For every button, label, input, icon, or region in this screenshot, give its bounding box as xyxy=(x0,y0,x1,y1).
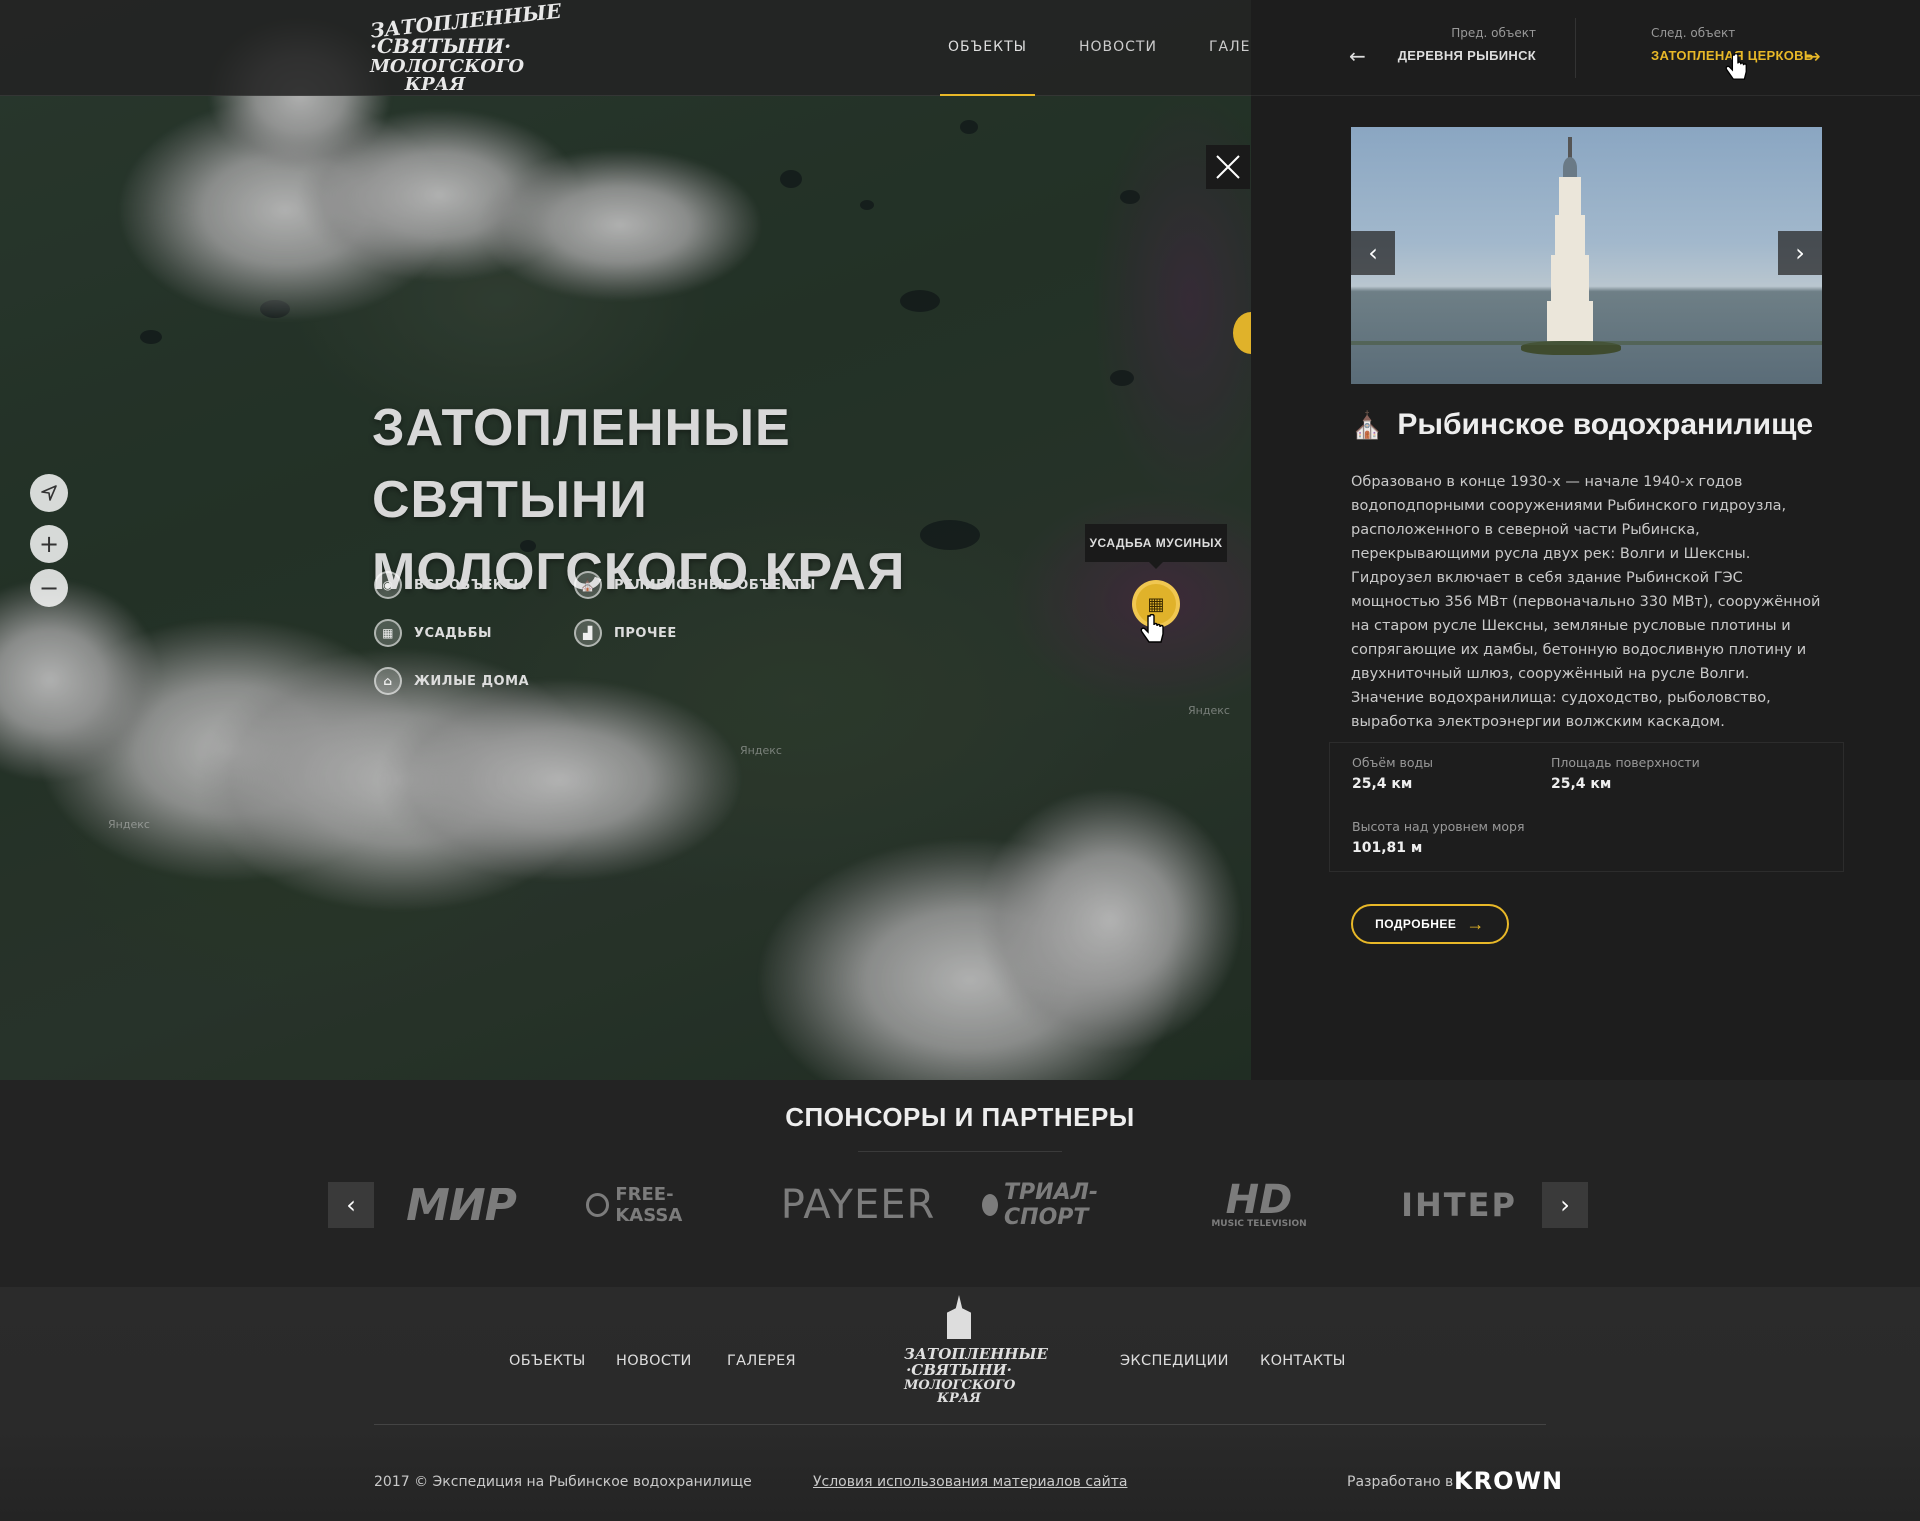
stat-label: Высота над уровнем моря xyxy=(1352,819,1525,834)
footer-nav-expeditions[interactable]: ЭКСПЕДИЦИИ xyxy=(1120,1353,1229,1369)
trial-sport-icon xyxy=(982,1194,999,1216)
object-description: Образовано в конце 1930-х — начале 1940-… xyxy=(1351,474,1821,730)
logo-line: МОЛОГСКОГО КРАЯ xyxy=(370,56,525,95)
zoom-in-button[interactable]: + xyxy=(30,525,68,563)
footer-nav-contacts[interactable]: КОНТАКТЫ xyxy=(1260,1353,1346,1369)
object-title: ⛪ Рыбинское водохранилище xyxy=(1351,408,1813,442)
stat-area: Площадь поверхности 25,4 км xyxy=(1551,755,1700,792)
sponsor-logo-payeer[interactable]: PAYEER xyxy=(781,1182,935,1228)
sponsor-logo-mir[interactable]: МИР xyxy=(396,1180,526,1231)
logo-line: ·СВЯТЫНИ· xyxy=(906,1360,1012,1379)
prev-caption: Пред. объект xyxy=(1451,26,1536,40)
stat-value: 25,4 км xyxy=(1551,776,1612,792)
stat-value: 25,4 км xyxy=(1352,776,1413,792)
freekassa-icon xyxy=(586,1193,610,1217)
marker-tooltip: УСАДЬБА МУСИНЫХ xyxy=(1085,524,1227,569)
chevron-right-icon: › xyxy=(1560,1191,1570,1219)
sponsor-logo-trial-sport[interactable]: ТРИАЛ-СПОРТ xyxy=(982,1180,1134,1230)
hand-cursor-icon xyxy=(1725,53,1747,80)
sponsor-name: HD xyxy=(1225,1177,1293,1223)
locate-icon xyxy=(41,485,57,501)
filter-religious[interactable]: ⛪ РЕЛИГИОЗНЫЕ ОБЪЕКТЫ xyxy=(574,571,816,599)
close-icon xyxy=(1216,155,1240,179)
yandex-watermark: Яндекс xyxy=(1188,704,1230,717)
krown-logo[interactable]: KROWN xyxy=(1454,1467,1563,1495)
satellite-map[interactable]: Яндекс Яндекс Яндекс + − ЗАТОПЛЕННЫЕ СВЯ… xyxy=(0,0,1251,1080)
filter-label: РЕЛИГИОЗНЫЕ ОБЪЕКТЫ xyxy=(614,577,816,593)
stat-altitude: Высота над уровнем моря 101,81 м xyxy=(1352,819,1524,856)
filter-label: ЖИЛЫЕ ДОМА xyxy=(414,673,530,689)
more-button[interactable]: ПОДРОБНЕЕ → xyxy=(1351,904,1509,944)
close-map-button[interactable] xyxy=(1206,145,1250,189)
object-stats: Объём воды 25,4 км Площадь поверхности 2… xyxy=(1329,742,1844,872)
footer-developed-by: Разработано в xyxy=(1347,1474,1454,1490)
site-logo[interactable]: ЗАТОПЛЕННЫЕ ·СВЯТЫНИ· МОЛОГСКОГО КРАЯ xyxy=(369,0,562,94)
next-caption: След. объект xyxy=(1651,26,1736,40)
filter-label: УСАДЬБЫ xyxy=(414,625,492,641)
stat-volume: Объём воды 25,4 км xyxy=(1352,755,1433,792)
house-icon: ⌂ xyxy=(374,667,402,695)
nav-news[interactable]: НОВОСТИ xyxy=(1071,0,1165,96)
yandex-watermark: Яндекс xyxy=(108,818,150,831)
zoom-out-icon: − xyxy=(38,574,60,602)
sponsor-name: FREE-KASSA xyxy=(615,1184,683,1226)
chevron-left-icon: ‹ xyxy=(346,1191,356,1219)
sponsor-caption: MUSIC TELEVISION xyxy=(1211,1219,1307,1229)
pin-icon: ◉ xyxy=(374,571,402,599)
chevron-right-icon: › xyxy=(1795,239,1805,267)
footer-nav-gallery[interactable]: ГАЛЕРЕЯ xyxy=(727,1353,796,1369)
sponsors-title: СПОНСОРЫ И ПАРТНЕРЫ xyxy=(785,1102,1135,1132)
footer-nav-news[interactable]: НОВОСТИ xyxy=(616,1353,692,1369)
zoom-in-icon: + xyxy=(38,530,60,558)
footer-logo[interactable]: ЗАТОПЛЕННЫЕ ·СВЯТЫНИ· МОЛОГСКОГО КРАЯ xyxy=(904,1295,1048,1415)
church-icon: ⛪ xyxy=(574,571,602,599)
stat-value: 101,81 м xyxy=(1352,840,1423,856)
filter-all-objects[interactable]: ◉ ВСЕ ОБЪЕКТЫ xyxy=(374,571,527,599)
site-header: ЗАТОПЛЕННЫЕ ·СВЯТЫНИ· МОЛОГСКОГО КРАЯ ОБ… xyxy=(0,0,1271,96)
yandex-watermark: Яндекс xyxy=(740,744,782,757)
photo-prev-button[interactable]: ‹ xyxy=(1351,231,1395,275)
site-footer: ОБЪЕКТЫ НОВОСТИ ГАЛЕРЕЯ ЗАТОПЛЕННЫЕ ·СВЯ… xyxy=(0,1287,1920,1521)
church-icon: ⛪ xyxy=(1351,409,1384,440)
locate-button[interactable] xyxy=(30,474,68,512)
arrow-right-icon[interactable]: → xyxy=(1804,44,1821,68)
prev-object-link[interactable]: Пред. объект ДЕРЕВНЯ РЫБИНСК xyxy=(1391,26,1536,63)
sponsor-name: ТРИАЛ-СПОРТ xyxy=(1004,1180,1099,1230)
object-title-text: Рыбинское водохранилище xyxy=(1397,408,1814,441)
sponsor-logo-freekassa[interactable]: FREE-KASSA xyxy=(586,1182,736,1228)
sponsor-logo-hd[interactable]: HD MUSIC TELEVISION xyxy=(1188,1177,1330,1229)
arrow-left-icon[interactable]: ← xyxy=(1349,44,1366,68)
filter-label: ВСЕ ОБЪЕКТЫ xyxy=(414,577,528,593)
object-pager: ← Пред. объект ДЕРЕВНЯ РЫБИНСК След. объ… xyxy=(1251,0,1920,96)
chevron-left-icon: ‹ xyxy=(1368,239,1378,267)
nav-objects[interactable]: ОБЪЕКТЫ xyxy=(940,0,1035,96)
sponsors-next-button[interactable]: › xyxy=(1542,1182,1588,1228)
footer-terms-link[interactable]: Условия использования материалов сайта xyxy=(813,1474,1127,1490)
more-button-label: ПОДРОБНЕЕ xyxy=(1375,917,1457,931)
logo-line: МОЛОГСКОГО КРАЯ xyxy=(904,1377,1016,1407)
factory-icon: ▟ xyxy=(574,619,602,647)
filter-manors[interactable]: ▦ УСАДЬБЫ xyxy=(374,619,492,647)
zoom-out-button[interactable]: − xyxy=(30,569,68,607)
manor-icon: ▦ xyxy=(1147,593,1165,615)
filter-label: ПРОЧЕЕ xyxy=(614,625,677,641)
filter-other[interactable]: ▟ ПРОЧЕЕ xyxy=(574,619,677,647)
filter-houses[interactable]: ⌂ ЖИЛЫЕ ДОМА xyxy=(374,667,529,695)
stat-label: Площадь поверхности xyxy=(1551,755,1700,770)
object-photo: ‹ › xyxy=(1351,127,1822,384)
object-panel: ← Пред. объект ДЕРЕВНЯ РЫБИНСК След. объ… xyxy=(1251,0,1920,1080)
sponsors-section: СПОНСОРЫ И ПАРТНЕРЫ ‹ МИР FREE-KASSA PAY… xyxy=(0,1080,1920,1287)
photo-next-button[interactable]: › xyxy=(1778,231,1822,275)
hero-title-line1: ЗАТОПЛЕННЫЕ СВЯТЫНИ xyxy=(372,399,791,529)
prev-name: ДЕРЕВНЯ РЫБИНСК xyxy=(1397,48,1536,63)
sponsors-prev-button[interactable]: ‹ xyxy=(328,1182,374,1228)
manor-icon: ▦ xyxy=(374,619,402,647)
arrow-right-icon: → xyxy=(1466,913,1485,934)
sponsor-logo-inter[interactable]: ІНТЕР xyxy=(1388,1182,1530,1228)
footer-copyright: 2017 © Экспедиция на Рыбинское водохрани… xyxy=(374,1474,752,1490)
footer-nav-objects[interactable]: ОБЪЕКТЫ xyxy=(509,1353,586,1369)
hand-cursor-icon xyxy=(1140,614,1164,643)
church-icon xyxy=(947,1295,971,1339)
stat-label: Объём воды xyxy=(1352,755,1433,770)
